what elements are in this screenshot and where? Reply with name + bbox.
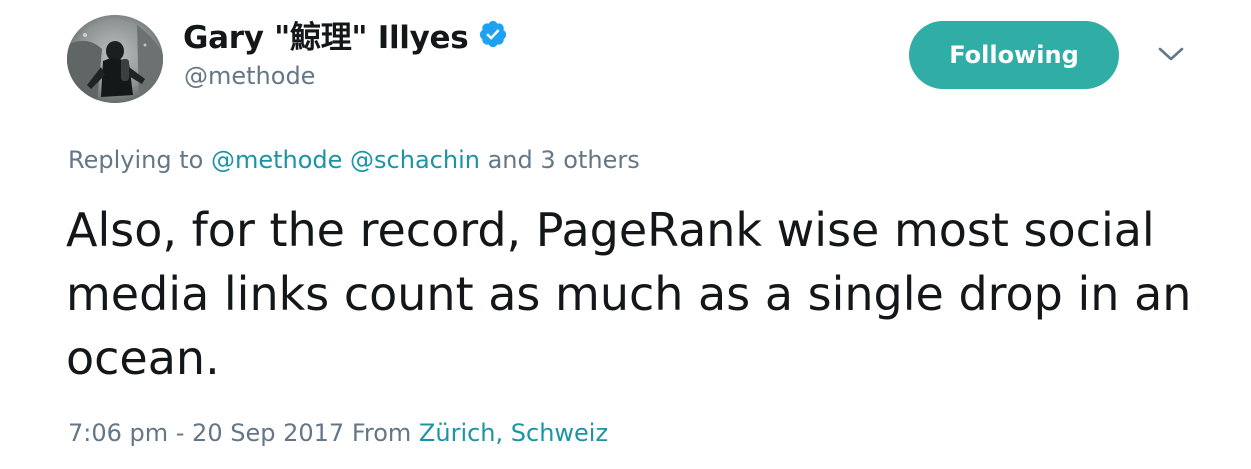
author-display-name[interactable]: Gary "鯨理" Illyes — [183, 12, 469, 57]
verified-badge-icon — [478, 19, 508, 49]
from-label: From — [351, 419, 412, 447]
following-button[interactable]: Following — [909, 21, 1119, 89]
tweet-text: Also, for the record, PageRank wise most… — [66, 203, 1192, 385]
replying-prefix: Replying to — [68, 146, 204, 174]
tweet-meta: 7:06 pm - 20 Sep 2017 From Zürich, Schwe… — [68, 419, 608, 447]
mention-link-methode[interactable]: @methode — [211, 146, 342, 174]
author-avatar[interactable] — [67, 15, 163, 103]
replying-to-line: Replying to @methode @schachin and 3 oth… — [68, 146, 640, 174]
replying-others[interactable]: and 3 others — [488, 146, 640, 174]
mention-link-schachin[interactable]: @schachin — [350, 146, 480, 174]
chevron-down-icon[interactable] — [1156, 42, 1186, 66]
author-name-row[interactable]: Gary "鯨理" Illyes — [183, 12, 508, 57]
diver-photo-avatar — [67, 15, 163, 103]
location-link[interactable]: Zürich, Schweiz — [419, 419, 608, 447]
tweet-timestamp[interactable]: 7:06 pm - 20 Sep 2017 — [68, 419, 344, 447]
author-handle[interactable]: @methode — [184, 62, 315, 90]
